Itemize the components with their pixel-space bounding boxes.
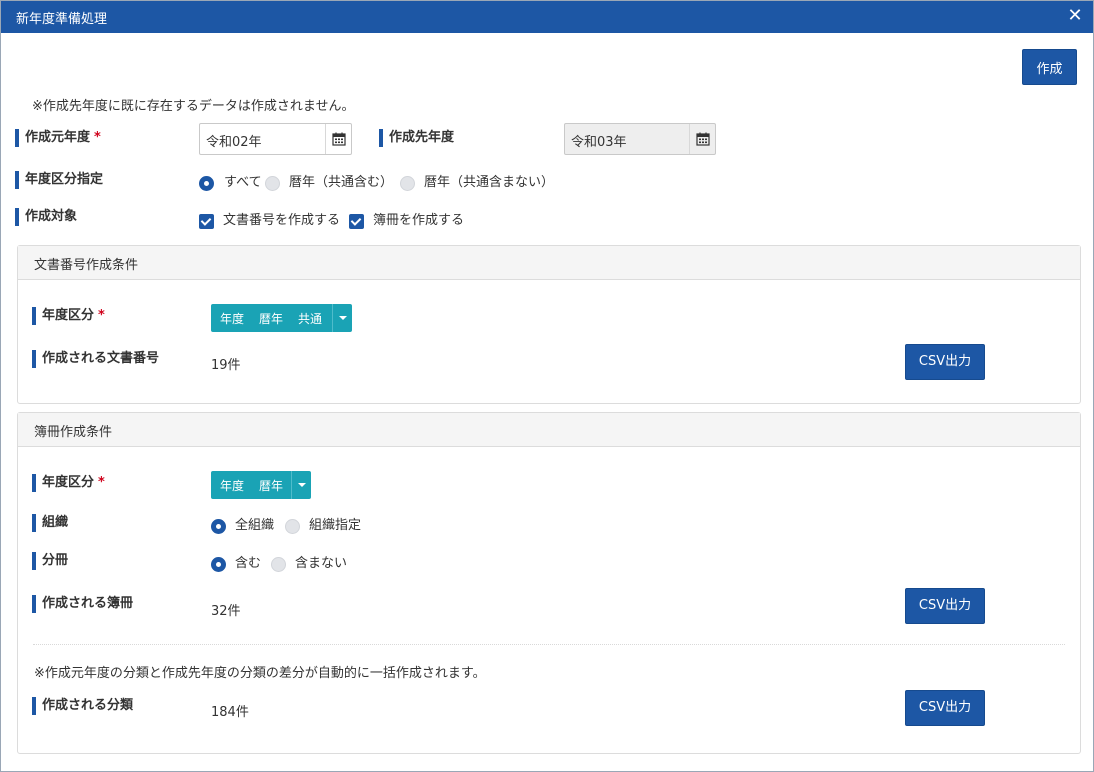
doc-year-type-value: 共通 (298, 311, 323, 326)
year-type-option-calendar-excl[interactable]: 暦年（共通含まない） (424, 175, 554, 191)
doc-number-panel: 文書番号作成条件 (17, 245, 1081, 404)
year-type-option-all[interactable]: すべて (224, 175, 262, 191)
split-radio-include[interactable] (211, 557, 226, 572)
calendar-icon (689, 124, 715, 154)
book-year-type-label: 年度区分 * (32, 473, 105, 493)
org-option-all[interactable]: 全組織 (235, 518, 274, 534)
required-mark: * (94, 130, 101, 145)
required-mark: * (98, 308, 105, 323)
book-panel-header: 簿冊作成条件 (18, 413, 1080, 447)
book-checkbox[interactable] (349, 214, 364, 229)
dialog-title: 新年度準備処理 (16, 12, 108, 27)
year-type-label: 年度区分指定 (15, 170, 103, 190)
target-year-value: 令和03年 (571, 135, 627, 150)
doc-csv-button[interactable]: CSV出力 (905, 344, 985, 380)
book-year-type-label-text: 年度区分 (42, 475, 95, 490)
year-type-radio-calendar-excl[interactable] (400, 176, 415, 191)
year-type-radio-all[interactable] (199, 176, 214, 191)
doc-number-checkbox-label[interactable]: 文書番号を作成する (223, 213, 340, 229)
source-year-input[interactable]: 令和02年 (199, 123, 352, 155)
org-label: 組織 (32, 513, 68, 533)
book-checkbox-label[interactable]: 簿冊を作成する (373, 213, 464, 229)
book-panel-title: 簿冊作成条件 (34, 425, 113, 440)
dialog-titlebar: 新年度準備処理 ✕ (1, 1, 1093, 33)
create-button[interactable]: 作成 (1022, 49, 1077, 85)
dialog-note: ※作成先年度に既に存在するデータは作成されません。 (32, 99, 355, 114)
book-csv-button[interactable]: CSV出力 (905, 588, 985, 624)
chevron-down-icon[interactable] (332, 304, 352, 332)
required-mark: * (98, 475, 105, 490)
source-year-label-text: 作成元年度 (25, 130, 91, 145)
doc-year-type-value: 暦年 (259, 311, 284, 326)
doc-year-type-value: 年度 (220, 311, 245, 326)
doc-number-panel-header: 文書番号作成条件 (18, 246, 1080, 280)
year-type-option-calendar-incl[interactable]: 暦年（共通含む） (289, 175, 393, 191)
doc-number-panel-title: 文書番号作成条件 (34, 258, 139, 273)
doc-year-type-multiselect[interactable]: 年度 暦年 共通 (211, 304, 352, 332)
book-year-type-value: 年度 (220, 478, 245, 493)
org-option-specify[interactable]: 組織指定 (309, 518, 361, 534)
class-count-value: 184件 (211, 705, 249, 720)
book-count-value: 32件 (211, 604, 241, 619)
year-type-radio-calendar-incl[interactable] (265, 176, 280, 191)
panel-divider (33, 644, 1065, 645)
source-year-label: 作成元年度 * (15, 128, 101, 148)
split-radio-exclude[interactable] (271, 557, 286, 572)
source-year-value: 令和02年 (206, 135, 262, 150)
target-year-label: 作成先年度 (379, 128, 454, 148)
doc-count-label: 作成される文書番号 (32, 349, 159, 369)
doc-year-type-label-text: 年度区分 (42, 308, 95, 323)
chevron-down-icon[interactable] (291, 471, 311, 499)
targets-label: 作成対象 (15, 207, 77, 227)
book-year-type-value: 暦年 (259, 478, 284, 493)
class-count-label: 作成される分類 (32, 696, 133, 716)
doc-year-type-label: 年度区分 * (32, 306, 105, 326)
doc-year-type-selected: 年度 暦年 共通 (211, 304, 337, 332)
org-radio-specify[interactable] (285, 519, 300, 534)
close-icon[interactable]: ✕ (1065, 6, 1085, 26)
split-option-include[interactable]: 含む (235, 556, 261, 572)
class-csv-button[interactable]: CSV出力 (905, 690, 985, 726)
book-count-label: 作成される簿冊 (32, 594, 133, 614)
split-label: 分冊 (32, 551, 68, 571)
new-year-preparation-dialog: 新年度準備処理 ✕ 作成 ※作成先年度に既に存在するデータは作成されません。 作… (0, 0, 1094, 772)
doc-number-checkbox[interactable] (199, 214, 214, 229)
book-year-type-selected: 年度 暦年 (211, 471, 298, 499)
org-radio-all[interactable] (211, 519, 226, 534)
class-note: ※作成元年度の分類と作成先年度の分類の差分が自動的に一括作成されます。 (34, 666, 486, 681)
doc-count-value: 19件 (211, 358, 241, 373)
target-year-input: 令和03年 (564, 123, 716, 155)
book-year-type-multiselect[interactable]: 年度 暦年 (211, 471, 311, 499)
split-option-exclude[interactable]: 含まない (295, 556, 347, 572)
calendar-icon[interactable] (325, 124, 351, 154)
